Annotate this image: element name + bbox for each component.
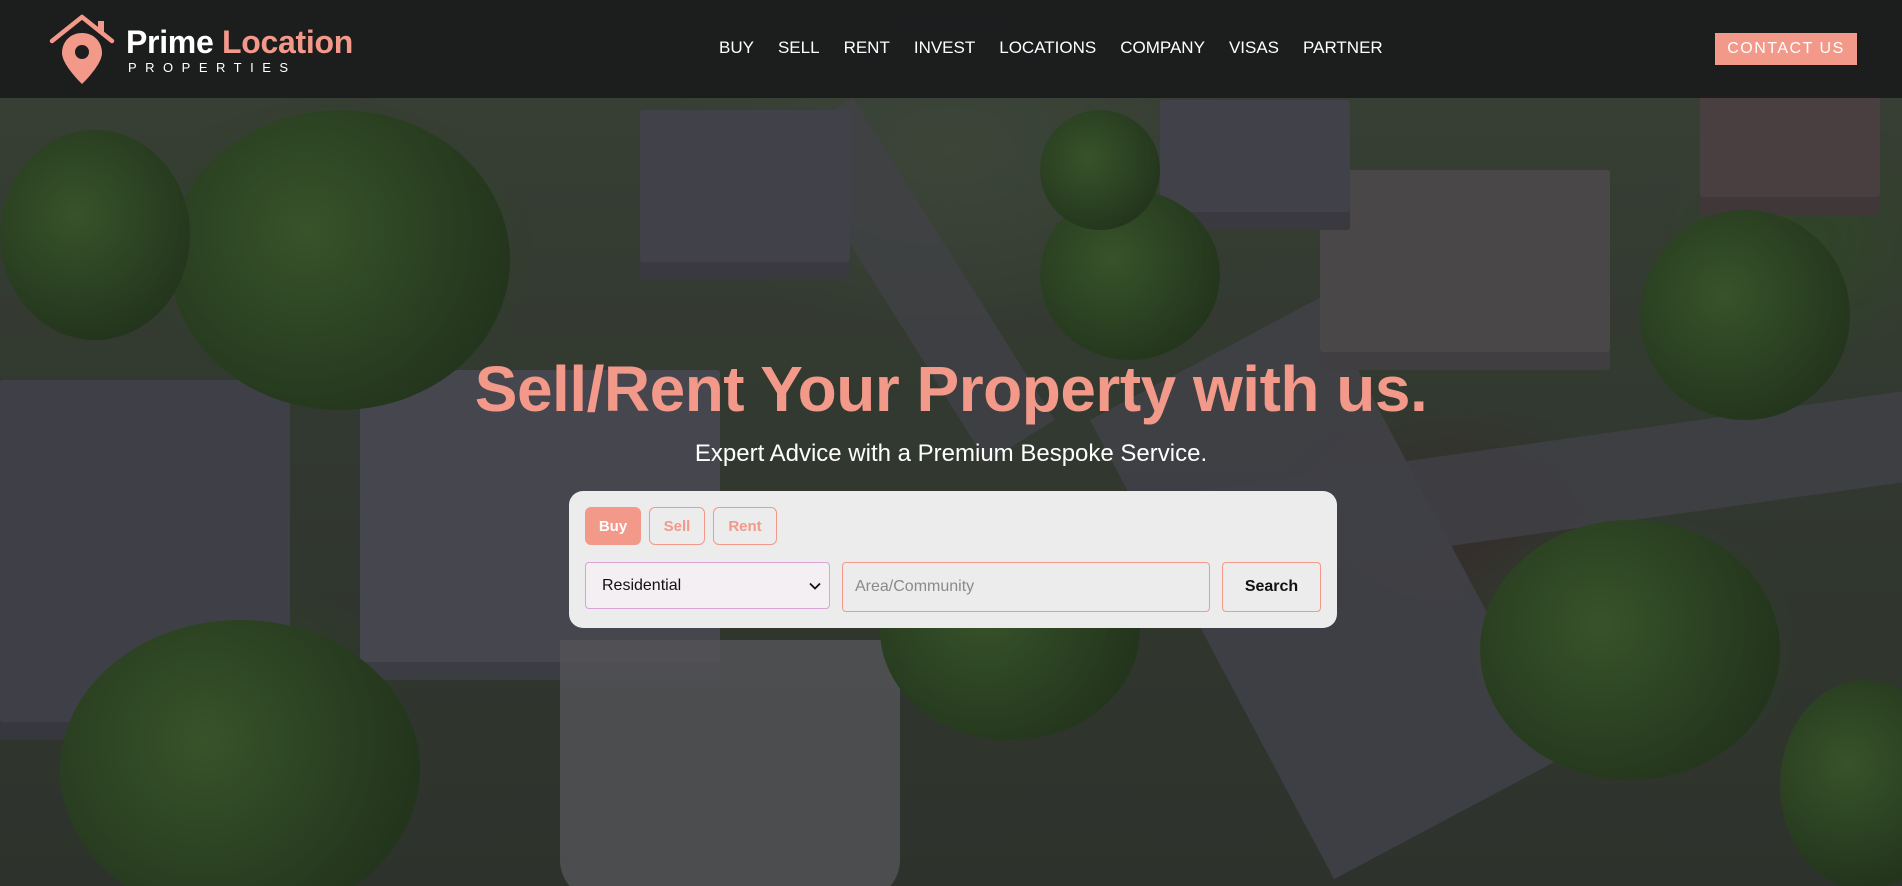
site-header: Prime Location PROPERTIES BUY SELL RENT … (0, 0, 1902, 98)
tab-buy[interactable]: Buy (585, 507, 641, 545)
nav-item-visas[interactable]: VISAS (1229, 38, 1279, 58)
property-type-select[interactable]: Residential (585, 562, 830, 609)
search-button[interactable]: Search (1222, 562, 1321, 612)
chevron-down-icon (809, 577, 821, 595)
tab-rent[interactable]: Rent (713, 507, 777, 545)
nav-item-rent[interactable]: RENT (844, 38, 890, 58)
logo[interactable]: Prime Location PROPERTIES (48, 13, 353, 87)
hero-title: Sell/Rent Your Property with us. (474, 353, 1428, 425)
property-search-card: Buy Sell Rent Residential Search (569, 491, 1337, 628)
nav-item-sell[interactable]: SELL (778, 38, 820, 58)
logo-name-primary: Prime (126, 24, 214, 60)
hero-subtitle: Expert Advice with a Premium Bespoke Ser… (694, 440, 1208, 467)
search-mode-tabs: Buy Sell Rent (585, 507, 777, 545)
logo-name-accent: Location (222, 24, 353, 60)
logo-tagline: PROPERTIES (128, 60, 297, 75)
contact-us-button[interactable]: CONTACT US (1715, 33, 1857, 65)
property-type-value: Residential (602, 576, 682, 594)
main-nav: BUY SELL RENT INVEST LOCATIONS COMPANY V… (719, 38, 1383, 58)
tab-sell[interactable]: Sell (649, 507, 705, 545)
logo-title: Prime Location (126, 26, 353, 58)
nav-item-invest[interactable]: INVEST (914, 38, 975, 58)
nav-item-partner[interactable]: PARTNER (1303, 38, 1383, 58)
location-pin-house-icon (48, 13, 118, 87)
nav-item-locations[interactable]: LOCATIONS (999, 38, 1096, 58)
area-community-input[interactable] (842, 562, 1210, 612)
nav-item-buy[interactable]: BUY (719, 38, 754, 58)
nav-item-company[interactable]: COMPANY (1120, 38, 1205, 58)
